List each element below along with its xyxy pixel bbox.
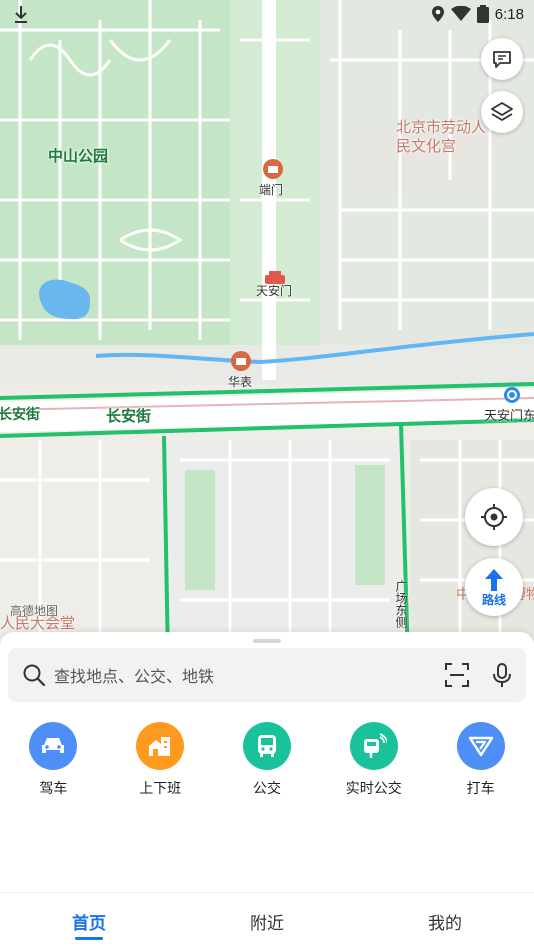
status-time: 6:18	[494, 5, 524, 23]
tab-nearby-label: 附近	[250, 913, 284, 934]
route-label: 路线	[481, 592, 506, 607]
quick-drive-label: 驾车	[39, 781, 68, 797]
square-east-label: 广场东侧	[394, 580, 408, 628]
quick-realtime-bus-label: 实时公交	[345, 781, 402, 797]
changan-left-label: 长安街	[0, 407, 40, 423]
park-label: 中山公园	[48, 147, 109, 165]
quick-actions: 驾车 上下班 公交 实时公交 打车	[0, 722, 534, 798]
tiananmen-east-label: 天安门东	[484, 409, 534, 424]
metro-marker-icon[interactable]	[503, 386, 521, 404]
map-view[interactable]: 中山公园 端门 天安门 华表 长安街 长安街 天安门东 北京市劳动人民文化宫 广…	[0, 0, 534, 660]
duanmen-label: 端门	[259, 183, 284, 197]
route-button[interactable]: 路线	[465, 558, 523, 616]
wifi-icon	[450, 6, 471, 21]
quick-bus[interactable]: 公交	[214, 722, 321, 798]
tab-nearby[interactable]: 附近	[178, 893, 356, 949]
quick-taxi-label: 打车	[466, 781, 495, 797]
layers-button[interactable]	[481, 91, 523, 133]
tab-active-indicator	[75, 937, 103, 940]
map-canvas	[0, 0, 534, 660]
realtime-bus-icon	[349, 722, 398, 770]
car-icon	[29, 722, 78, 770]
bottom-tab-bar: 首页 附近 我的	[0, 892, 534, 949]
route-arrow-icon	[485, 568, 503, 591]
tab-mine[interactable]: 我的	[356, 893, 534, 949]
home-office-icon	[136, 722, 185, 770]
locate-me-button[interactable]	[465, 488, 523, 546]
duanmen-marker-icon[interactable]	[262, 158, 284, 180]
tab-home[interactable]: 首页	[0, 893, 178, 949]
status-bar: 6:18	[0, 0, 534, 30]
message-button[interactable]	[481, 38, 523, 80]
tiananmen-label: 天安门	[256, 284, 293, 298]
message-icon	[493, 51, 511, 68]
quick-drive[interactable]: 驾车	[0, 722, 107, 798]
search-icon	[23, 664, 46, 687]
huabiao-label: 华表	[228, 375, 253, 389]
bus-icon	[242, 722, 291, 770]
taxi-icon	[456, 722, 505, 770]
location-icon	[431, 6, 444, 22]
scan-icon[interactable]	[444, 662, 470, 688]
workers-palace-label: 北京市劳动人民文化宫	[396, 118, 487, 155]
quick-commute[interactable]: 上下班	[107, 722, 214, 798]
quick-realtime-bus[interactable]: 实时公交	[320, 722, 427, 798]
changan-center-label: 长安街	[106, 407, 152, 425]
crosshair-icon	[481, 504, 507, 530]
search-bar[interactable]: 查找地点、公交、地铁	[8, 648, 526, 702]
sheet-drag-handle[interactable]	[253, 639, 281, 643]
battery-icon	[476, 5, 489, 23]
bottom-sheet: 查找地点、公交、地铁 驾车 上下班 公交 实时公交 打车	[0, 632, 534, 892]
tab-home-label: 首页	[72, 913, 106, 934]
download-icon	[15, 6, 27, 23]
microphone-icon[interactable]	[490, 662, 514, 688]
huabiao-marker-icon[interactable]	[230, 350, 252, 372]
logo-watermark: 高德地图	[10, 604, 59, 618]
tab-mine-label: 我的	[428, 913, 462, 934]
search-input[interactable]: 查找地点、公交、地铁	[54, 663, 444, 687]
quick-bus-label: 公交	[252, 781, 281, 797]
layers-icon	[491, 102, 513, 121]
quick-commute-label: 上下班	[139, 781, 182, 797]
quick-taxi[interactable]: 打车	[427, 722, 534, 798]
